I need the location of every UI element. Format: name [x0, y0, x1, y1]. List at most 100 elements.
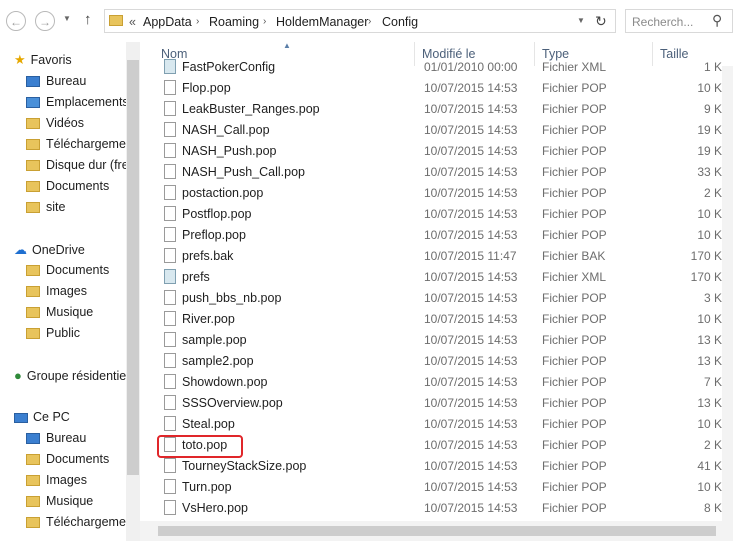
nav-item-onedrive-public[interactable]: Public	[26, 323, 80, 344]
refresh-icon[interactable]: ↻	[595, 13, 607, 30]
file-type: Fichier POP	[542, 144, 607, 158]
file-row[interactable]: SSSOverview.pop 10/07/2015 14:53 Fichier P…	[157, 393, 733, 414]
file-row[interactable]: postaction.pop 10/07/2015 14:53 Fichier PO…	[157, 183, 733, 204]
file-modified: 10/07/2015 14:53	[424, 417, 518, 431]
file-icon	[164, 458, 176, 473]
file-modified: 10/07/2015 14:53	[424, 480, 518, 494]
nav-item-pc-documents[interactable]: Documents	[26, 449, 109, 470]
nav-item-bureau[interactable]: Bureau	[26, 71, 86, 92]
file-icon	[164, 185, 176, 200]
file-name: push_bbs_nb.pop	[182, 291, 282, 305]
file-row[interactable]: NASH_Call.pop 10/07/2015 14:53 Fichier POP…	[157, 120, 733, 141]
nav-item-pc-telechargements[interactable]: Téléchargements	[26, 512, 126, 533]
breadcrumb-roaming[interactable]: Roaming	[209, 15, 259, 29]
file-name: NASH_Call.pop	[182, 123, 270, 137]
file-row[interactable]: Turn.pop 10/07/2015 14:53 Fichier POP 10 K	[157, 477, 733, 498]
back-arrow-icon[interactable]: ←	[6, 11, 26, 31]
file-icon	[164, 311, 176, 326]
file-row[interactable]: TourneyStackSize.pop 10/07/2015 14:53 Fich…	[157, 456, 733, 477]
file-row[interactable]: toto.pop 10/07/2015 14:53 Fichier POP 2 K	[157, 435, 733, 456]
file-row[interactable]: VsHero.pop 10/07/2015 14:53 Fichier POP 8 K	[157, 498, 733, 519]
nav-item-telechargements[interactable]: Téléchargements	[26, 134, 126, 155]
file-row[interactable]: push_bbs_nb.pop 10/07/2015 14:53 Fichier P…	[157, 288, 733, 309]
file-row[interactable]: Preflop.pop 10/07/2015 14:53 Fichier POP 10…	[157, 225, 733, 246]
file-type: Fichier POP	[542, 333, 607, 347]
nav-item-onedrive-images[interactable]: Images	[26, 281, 87, 302]
star-icon: ★	[14, 52, 26, 67]
nav-item-label: Images	[46, 473, 87, 487]
nav-item-site[interactable]: site	[26, 197, 65, 218]
breadcrumb-appdata[interactable]: AppData	[143, 15, 192, 29]
file-type: Fichier POP	[542, 228, 607, 242]
file-row[interactable]: Postflop.pop 10/07/2015 14:53 Fichier POP 1…	[157, 204, 733, 225]
sort-ascending-icon: ▲	[283, 41, 291, 50]
nav-item-onedrive-musique[interactable]: Musique	[26, 302, 93, 323]
file-row[interactable]: prefs.bak 10/07/2015 11:47 Fichier BAK 170 …	[157, 246, 733, 267]
file-name: LeakBuster_Ranges.pop	[182, 102, 320, 116]
xml-file-icon	[164, 269, 176, 284]
file-icon	[164, 80, 176, 95]
nav-item-documents[interactable]: Documents	[26, 176, 109, 197]
videos-folder-icon	[26, 118, 40, 130]
breadcrumb-separator-icon[interactable]: ›	[196, 16, 199, 27]
nav-scrollbar-thumb[interactable]	[127, 60, 139, 475]
nav-item-videos[interactable]: Vidéos	[26, 113, 84, 134]
search-box[interactable]: Recherch... ⚲	[625, 9, 733, 33]
breadcrumb-config[interactable]: Config	[382, 15, 418, 29]
file-modified: 01/01/2010 00:00	[424, 60, 518, 74]
file-modified: 10/07/2015 14:53	[424, 102, 518, 116]
address-bar[interactable]: « AppData › Roaming › HoldemManager › Co…	[104, 9, 616, 33]
file-modified: 10/07/2015 14:53	[424, 291, 518, 305]
file-modified: 10/07/2015 14:53	[424, 81, 518, 95]
forward-arrow-icon[interactable]: →	[35, 11, 55, 31]
file-row[interactable]: Steal.pop 10/07/2015 14:53 Fichier POP 10 K	[157, 414, 733, 435]
file-row[interactable]: Flop.pop 10/07/2015 14:53 Fichier POP 10 K	[157, 78, 733, 99]
nav-onedrive[interactable]: ☁ OneDrive	[14, 239, 85, 260]
search-input[interactable]: Recherch...	[632, 15, 693, 29]
file-row[interactable]: sample.pop 10/07/2015 14:53 Fichier POP 13 …	[157, 330, 733, 351]
file-row[interactable]: LeakBuster_Ranges.pop 10/07/2015 14:53 Fic…	[157, 99, 733, 120]
search-icon[interactable]: ⚲	[712, 12, 722, 29]
up-arrow-icon[interactable]: ↑	[84, 11, 92, 28]
folder-icon	[26, 160, 40, 172]
file-row[interactable]: Showdown.pop 10/07/2015 14:53 Fichier POP 7…	[157, 372, 733, 393]
file-row[interactable]: sample2.pop 10/07/2015 14:53 Fichier POP 13…	[157, 351, 733, 372]
file-name: Flop.pop	[182, 81, 231, 95]
breadcrumb-separator-icon[interactable]: ›	[368, 16, 371, 27]
nav-item-onedrive-documents[interactable]: Documents	[26, 260, 109, 281]
file-modified: 10/07/2015 14:53	[424, 501, 518, 515]
recent-locations-chevron-icon[interactable]: ▼	[63, 14, 71, 23]
nav-favorites-label: Favoris	[30, 53, 72, 67]
nav-item-pc-musique[interactable]: Musique	[26, 491, 93, 512]
file-row[interactable]: prefs 10/07/2015 14:53 Fichier XML 170 K	[157, 267, 733, 288]
file-type: Fichier POP	[542, 207, 607, 221]
file-modified: 10/07/2015 14:53	[424, 228, 518, 242]
address-dropdown-icon[interactable]: ▼	[577, 16, 585, 25]
file-type: Fichier BAK	[542, 249, 606, 263]
file-name: Turn.pop	[182, 480, 232, 494]
recent-places-icon	[26, 97, 40, 109]
file-type: Fichier POP	[542, 102, 607, 116]
nav-item-emplacements[interactable]: Emplacements	[26, 92, 126, 113]
breadcrumb-separator-icon[interactable]: ›	[263, 16, 266, 27]
file-row[interactable]: River.pop 10/07/2015 14:53 Fichier POP 10 K	[157, 309, 733, 330]
file-row[interactable]: NASH_Push_Call.pop 10/07/2015 14:53 Fichie…	[157, 162, 733, 183]
list-vertical-scrollbar[interactable]	[722, 66, 733, 521]
nav-item-pc-bureau[interactable]: Bureau	[26, 428, 86, 449]
nav-item-label: Documents	[46, 452, 110, 466]
list-horizontal-scrollbar-thumb[interactable]	[158, 526, 716, 536]
breadcrumb-overflow[interactable]: «	[129, 15, 136, 29]
file-size: 3 K	[703, 291, 722, 305]
file-row[interactable]: NASH_Push.pop 10/07/2015 14:53 Fichier POP…	[157, 141, 733, 162]
nav-favorites[interactable]: ★ Favoris	[14, 49, 72, 70]
nav-item-pc-images[interactable]: Images	[26, 470, 87, 491]
file-type: Fichier POP	[542, 123, 607, 137]
breadcrumb-holdemmanager[interactable]: HoldemManager	[276, 15, 368, 29]
nav-homegroup[interactable]: ● Groupe résidentiel	[14, 365, 126, 386]
file-size: 13 K	[697, 354, 722, 368]
nav-item-disque-dur[interactable]: Disque dur (fre	[26, 155, 126, 176]
file-size: 2 K	[703, 438, 722, 452]
file-row[interactable]: FastPokerConfig 01/01/2010 00:00 Fichier X…	[157, 57, 733, 78]
nav-this-pc[interactable]: Ce PC	[14, 407, 70, 428]
file-icon	[164, 101, 176, 116]
